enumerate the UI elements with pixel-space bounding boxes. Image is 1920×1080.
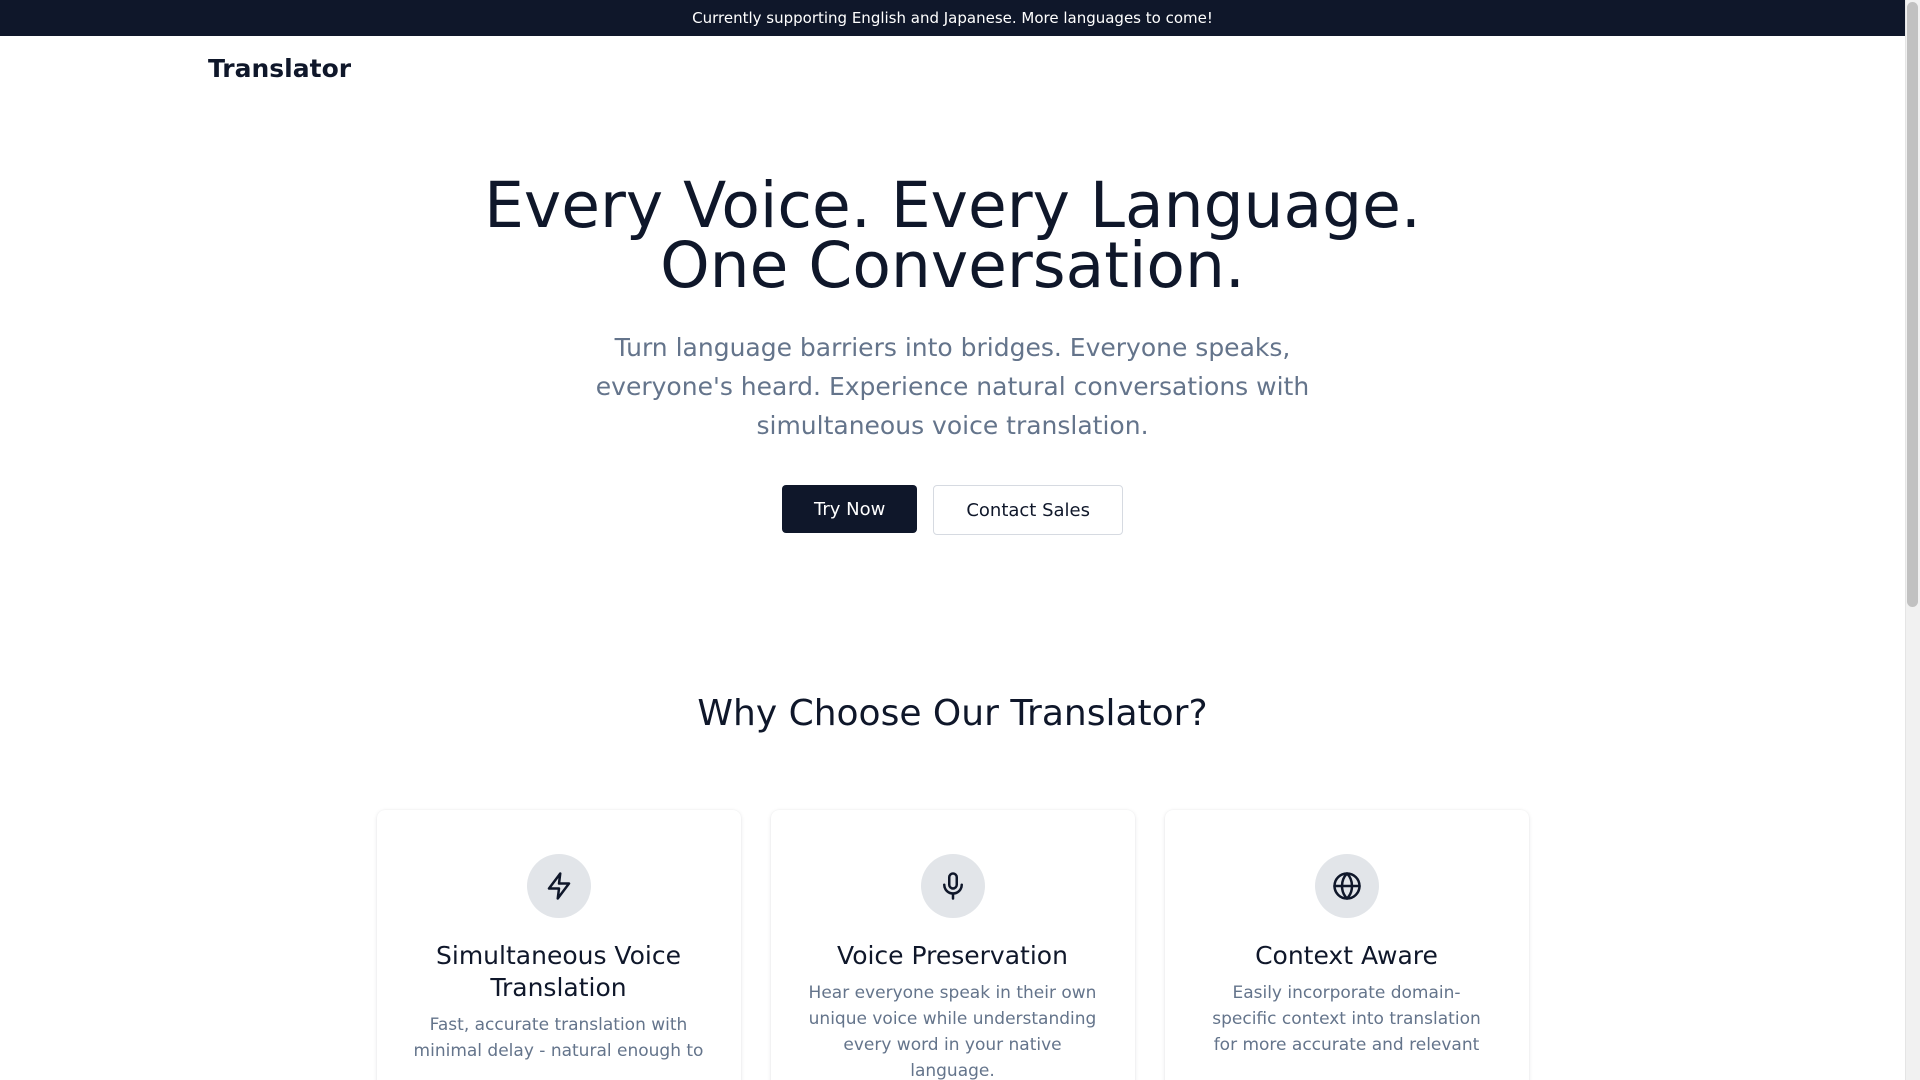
hero-title-line-2: One Conversation. xyxy=(660,229,1245,302)
hero-title: Every Voice. Every Language. One Convers… xyxy=(0,174,1905,297)
scrollbar[interactable] xyxy=(1905,0,1920,1080)
feature-cards: Simultaneous Voice Translation Fast, acc… xyxy=(0,810,1905,1080)
feature-card-context-aware: Context Aware Easily incorporate domain-… xyxy=(1164,810,1529,1080)
hero-section: Every Voice. Every Language. One Convers… xyxy=(0,100,1905,535)
scrollbar-thumb[interactable] xyxy=(1907,2,1918,607)
feature-card-description: Hear everyone speak in their own unique … xyxy=(808,983,1097,1080)
microphone-icon xyxy=(920,854,985,918)
navbar: Translator xyxy=(0,36,1905,100)
feature-card-simultaneous: Simultaneous Voice Translation Fast, acc… xyxy=(376,810,741,1080)
banner-text: Currently supporting English and Japanes… xyxy=(692,9,1213,27)
lightning-icon xyxy=(526,854,591,918)
announcement-banner: Currently supporting English and Japanes… xyxy=(0,0,1905,36)
feature-card-title: Context Aware xyxy=(1255,941,1438,970)
page: Currently supporting English and Japanes… xyxy=(0,0,1905,1080)
feature-card-description: Fast, accurate translation with minimal … xyxy=(413,1015,704,1061)
feature-card-title: Simultaneous Voice Translation xyxy=(436,941,681,1002)
globe-icon xyxy=(1314,854,1379,918)
try-now-button[interactable]: Try Now xyxy=(782,485,918,533)
feature-card-description: Easily incorporate domain-specific conte… xyxy=(1212,983,1481,1055)
cta-row: Try Now Contact Sales xyxy=(0,485,1905,535)
hero-subtitle: Turn language barriers into bridges. Eve… xyxy=(595,333,1310,440)
contact-sales-button[interactable]: Contact Sales xyxy=(933,485,1123,535)
features-title: Why Choose Our Translator? xyxy=(697,693,1208,734)
feature-card-voice-preservation: Voice Preservation Hear everyone speak i… xyxy=(770,810,1135,1080)
logo[interactable]: Translator xyxy=(208,54,351,83)
features-section: Why Choose Our Translator? Simultaneous … xyxy=(0,535,1905,1080)
feature-card-title: Voice Preservation xyxy=(837,941,1068,970)
